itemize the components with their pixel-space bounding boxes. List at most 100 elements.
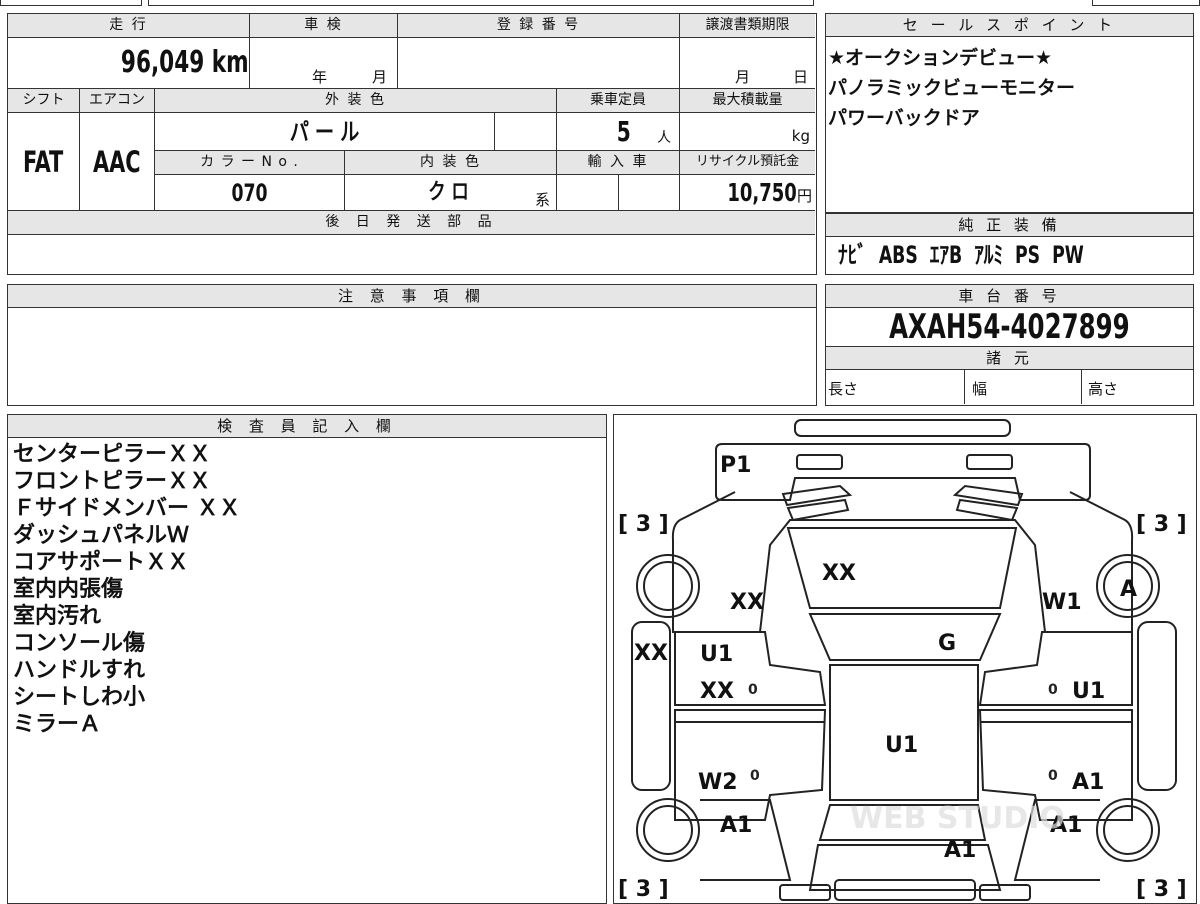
capacity-value-cell: 5 人 <box>557 113 680 151</box>
chassis-box: 車 台 番 号 AXAH54-4027899 諸 元 長さ 幅 高さ <box>825 284 1194 406</box>
spec-height-label: 高さ <box>1088 380 1119 398</box>
sales-point: ★オークションデビュー★ <box>828 47 1053 69</box>
label-left-front-door-1: U1 <box>700 642 733 667</box>
inspector-line: ミラーＡ <box>13 712 102 737</box>
transfer-month: 月 <box>735 68 751 86</box>
inspector-line: シートしわ小 <box>13 685 146 710</box>
tire-rear-right: [ 3 ] <box>1136 877 1187 902</box>
shift-value: FAT <box>23 145 64 179</box>
mileage-value: 96,049 km <box>121 45 249 80</box>
watermark: WEB STUDIO <box>850 801 1065 836</box>
notes-box: 注 意 事 項 欄 <box>7 284 817 406</box>
inspector-line: センターピラーＸＸ <box>13 442 212 467</box>
shaken-value-cell: 年 月 <box>250 38 398 89</box>
label-hood: XX <box>822 561 856 586</box>
inspector-line: コンソール傷 <box>13 631 146 656</box>
ac-value-cell: AAC <box>80 113 155 211</box>
recycle-value-cell: 10,750円 <box>680 175 815 211</box>
sales-point: パワーバックドア <box>828 107 980 129</box>
shaken-year: 年 <box>312 68 328 86</box>
sales-point: パノラミックビューモニター <box>828 77 1076 99</box>
exterior-color-value: パ ー ル <box>289 118 360 146</box>
label-left-front-door-2: XX <box>700 679 734 704</box>
capacity-unit: 人 <box>657 130 671 146</box>
spec-length-label: 長さ <box>828 380 859 398</box>
label-right-front-door: U1 <box>1072 679 1105 704</box>
inspector-box: 検 査 員 記 入 欄 センターピラーＸＸ フロントピラーＸＸ Ｆサイドメンバー… <box>7 414 607 904</box>
recycle-unit: 円 <box>796 187 812 205</box>
zero-mark: 0 <box>748 682 758 698</box>
zero-mark: 0 <box>1048 768 1058 784</box>
inspector-line: 室内汚れ <box>13 604 102 629</box>
capacity-value: 5 <box>616 115 631 148</box>
car-diagram-box: 0 0 0 0 P1 [ 3 ] [ 3 ] XX XX W1 A XX G U… <box>613 414 1197 904</box>
equipment-box: 純 正 装 備 ﾅﾋﾞ ABS ｴｱB ｱﾙﾐ PS PW <box>825 213 1194 275</box>
shift-value-cell: FAT <box>8 113 80 211</box>
capacity-header: 乗車定員 <box>557 89 680 113</box>
car-diagram: 0 0 0 0 P1 [ 3 ] [ 3 ] XX XX W1 A XX G U… <box>618 418 1187 902</box>
vehicle-info-table: 走 行 車 検 登 録 番 号 譲渡書類期限 96,049 km 年 月 月 日… <box>7 13 817 275</box>
equipment-value: ﾅﾋﾞ ABS ｴｱB ｱﾙﾐ PS PW <box>838 241 1084 269</box>
label-left-rear-quarter: A1 <box>720 813 752 838</box>
tire-front-left: [ 3 ] <box>618 512 669 537</box>
import-value-cell-2 <box>619 175 680 211</box>
inspector-line: ダッシュパネルＷ <box>13 523 190 548</box>
shaken-header: 車 検 <box>250 14 398 38</box>
inspector-line: ハンドルすれ <box>13 658 146 683</box>
label-left-pillar: XX <box>634 641 668 666</box>
interior-color-unit: 系 <box>535 191 551 209</box>
later-parts-value <box>8 235 815 273</box>
label-roof: U1 <box>885 733 918 758</box>
ac-header: エアコン <box>80 89 155 113</box>
import-value-cell-1 <box>557 175 619 211</box>
max-load-value-cell: kg <box>680 113 815 151</box>
label-right-rear-door: A1 <box>1072 770 1104 795</box>
mileage-header: 走 行 <box>8 14 250 38</box>
label-front-left: XX <box>730 590 764 615</box>
zero-mark: 0 <box>1048 682 1058 698</box>
label-left-rear-door: W2 <box>698 770 738 795</box>
sales-points-box: セ ー ル ス ポ イ ン ト ★オークションデビュー★ パノラミックビューモニ… <box>825 13 1194 213</box>
interior-color-value-cell: ク ロ 系 <box>345 175 557 211</box>
label-front-right: W1 <box>1042 590 1082 615</box>
exterior-color-header: 外 装 色 <box>155 89 557 113</box>
max-load-header: 最大積載量 <box>680 89 815 113</box>
recycle-header: リサイクル預託金 <box>680 151 815 175</box>
mileage-value-cell: 96,049 km <box>8 38 250 89</box>
label-trunk: A1 <box>944 838 976 863</box>
color-no-value-cell: 070 <box>155 175 345 211</box>
registration-header: 登 録 番 号 <box>398 14 680 38</box>
label-p1: P1 <box>720 453 751 478</box>
interior-color-header: 内 装 色 <box>345 151 557 175</box>
top-strip <box>0 0 1200 6</box>
transfer-value-cell: 月 日 <box>680 38 815 89</box>
later-parts-header: 後 日 発 送 部 品 <box>8 211 815 235</box>
shaken-month: 月 <box>372 68 388 86</box>
interior-color-value: ク ロ <box>428 180 469 205</box>
ac-value: AAC <box>93 145 141 179</box>
color-no-value: 070 <box>231 179 268 207</box>
label-right-mirror: A <box>1120 577 1137 602</box>
chassis-header: 車 台 番 号 <box>826 285 1193 308</box>
transfer-day: 日 <box>793 68 809 86</box>
inspector-line: コアサポートＸＸ <box>13 550 190 575</box>
notes-header: 注 意 事 項 欄 <box>8 285 816 308</box>
equipment-header: 純 正 装 備 <box>826 213 1193 237</box>
tire-front-right: [ 3 ] <box>1136 512 1187 537</box>
exterior-color-value-cell: パ ー ル <box>155 113 495 151</box>
specs-header: 諸 元 <box>826 347 1193 370</box>
registration-value-cell <box>398 38 680 89</box>
chassis-number: AXAH54-4027899 <box>889 307 1130 347</box>
recycle-value: 10,750 <box>727 178 797 207</box>
label-windshield: G <box>938 631 956 656</box>
inspector-line: Ｆサイドメンバー ＸＸ <box>13 496 241 521</box>
inspector-header: 検 査 員 記 入 欄 <box>8 415 606 438</box>
max-load-unit: kg <box>791 127 810 145</box>
tire-rear-left: [ 3 ] <box>618 877 669 902</box>
color-no-header: カ ラ ー N o . <box>155 151 345 175</box>
import-header: 輸 入 車 <box>557 151 680 175</box>
zero-mark: 0 <box>750 768 760 784</box>
inspector-line: 室内内張傷 <box>13 577 124 602</box>
spec-width-label: 幅 <box>972 380 988 398</box>
sales-points-header: セ ー ル ス ポ イ ン ト <box>826 14 1193 37</box>
